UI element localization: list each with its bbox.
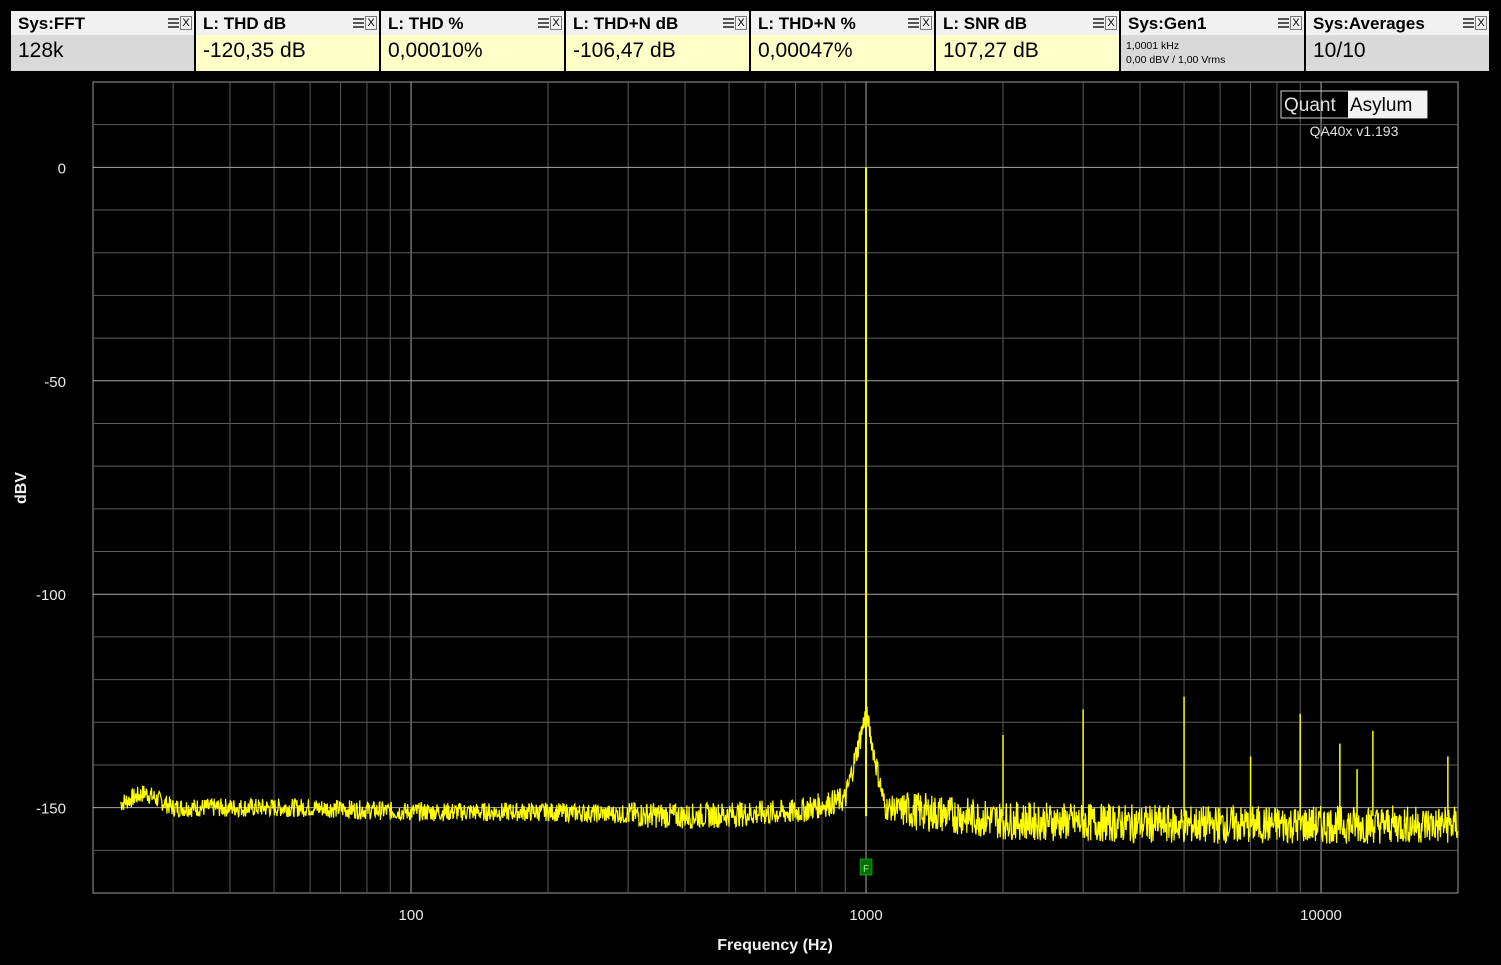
x-tick-label: 10000: [1300, 907, 1342, 924]
fft-plot[interactable]: 0 -50 -100 -150 100 1000 10000 Frequency (Hz) dB…: [0, 0, 1501, 965]
y-tick-label: -100: [36, 587, 66, 604]
x-tick-label: 100: [399, 907, 424, 924]
y-tick-label: 0: [58, 160, 66, 177]
version-label: QA40x v1.193: [1310, 123, 1399, 139]
plot-area[interactable]: [92, 81, 1459, 894]
x-axis-label: Frequency (Hz): [717, 937, 833, 954]
x-tick-label: 1000: [849, 907, 882, 924]
fundamental-marker-label: F: [863, 864, 869, 875]
y-axis-label: dBV: [13, 472, 30, 504]
logo-asylum: Asylum: [1350, 95, 1412, 116]
y-tick-label: -50: [44, 374, 66, 391]
y-tick-label: -150: [36, 801, 66, 818]
logo-quant: Quant: [1284, 95, 1336, 116]
